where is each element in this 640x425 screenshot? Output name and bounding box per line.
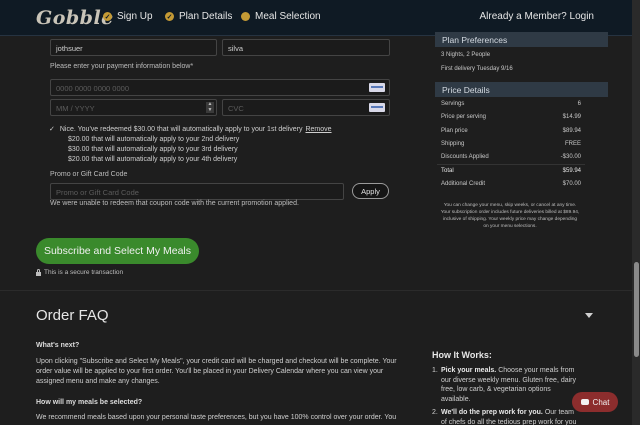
price-row-servings: Servings 6 [441, 101, 581, 107]
chat-button[interactable]: Chat [572, 392, 618, 412]
last-name-field[interactable]: silva [222, 39, 390, 56]
step-plan-details: ✓ Plan Details [165, 11, 232, 22]
step-label: Meal Selection [255, 11, 321, 22]
current-step-dot-icon [241, 12, 250, 21]
promo-code-input[interactable]: Promo or Gift Card Code [50, 183, 344, 200]
first-delivery-date: First delivery Tuesday 9/16 [441, 66, 513, 72]
lock-icon [36, 268, 41, 276]
step-meal-selection: Meal Selection [241, 11, 321, 22]
price-row-label: Total [441, 168, 454, 174]
price-row-label: Plan price [441, 128, 468, 134]
login-link[interactable]: Already a Member? Login [479, 11, 594, 22]
redeemed-message: ✓ Nice. You've redeemed $30.00 that will … [49, 125, 332, 133]
cvc-field[interactable]: CVC [222, 99, 390, 116]
remove-link[interactable]: Remove [305, 126, 331, 133]
expiry-field[interactable]: MM / YYYY ▲ ▼ [50, 99, 217, 116]
secure-text: This is a secure transaction [44, 269, 124, 276]
top-navigation-bar: Gobble ✓ Sign Up ✓ Plan Details Meal Sel… [0, 0, 640, 36]
credit-line: $30.00 that will automatically apply to … [68, 146, 238, 153]
section-divider [0, 290, 632, 291]
promo-error-message: We were unable to redeem that coupon cod… [50, 200, 299, 207]
price-row-value: $14.99 [562, 114, 581, 120]
faq-question: How will my meals be selected? [36, 399, 143, 406]
price-row-value: 6 [577, 101, 581, 107]
first-name-field[interactable]: jothsuer [50, 39, 217, 56]
expiry-placeholder: MM / YYYY [56, 104, 95, 113]
step-sign-up: ✓ Sign Up [103, 11, 153, 22]
card-number-placeholder: 0000 0000 0000 0000 [56, 84, 129, 93]
step-bold-text: Pick your meals. [441, 367, 497, 374]
step-label: Sign Up [117, 11, 153, 22]
price-details-heading: Price Details [435, 82, 608, 97]
step-text: We'll do the prep work for you. Our team… [441, 408, 580, 425]
price-row-value: $89.94 [562, 128, 581, 134]
price-row-label: Servings [441, 101, 465, 107]
stepper-icon[interactable]: ▲ ▼ [206, 101, 214, 113]
faq-answer: Upon clicking "Subscribe and Select My M… [36, 358, 397, 385]
credit-line: $20.00 that will automatically apply to … [68, 136, 240, 143]
faq-answer: We recommend meals based upon your perso… [36, 414, 397, 425]
payment-instructions: Please enter your payment information be… [50, 63, 194, 70]
price-row-discounts: Discounts Applied -$30.00 [441, 154, 581, 160]
faq-question: What's next? [36, 342, 80, 349]
faq-title: Order FAQ [36, 307, 109, 324]
checkmark-icon: ✓ [165, 12, 174, 21]
scrollbar-thumb[interactable] [634, 262, 639, 357]
credit-card-icon [369, 83, 385, 92]
step-number: 2. [432, 409, 438, 416]
price-row-label: Price per serving [441, 114, 487, 120]
step-bold-text: We'll do the prep work for you. [441, 409, 543, 416]
apply-button[interactable]: Apply [352, 183, 389, 199]
price-row-value: FREE [564, 141, 581, 147]
checkmark-icon: ✓ [49, 126, 55, 133]
chat-label: Chat [592, 397, 610, 407]
price-row-label: Discounts Applied [441, 154, 489, 160]
how-it-works-step: 1. Pick your meals. Choose your meals fr… [432, 366, 580, 404]
price-row-plan-price: Plan price $89.94 [441, 128, 581, 134]
checkmark-icon: ✓ [103, 12, 112, 21]
promo-placeholder: Promo or Gift Card Code [56, 188, 139, 197]
subscription-note: You can change your menu, skip weeks, or… [440, 203, 580, 229]
promo-label: Promo or Gift Card Code [50, 171, 128, 178]
price-row-shipping: Shipping FREE [441, 141, 581, 147]
redeemed-text: Nice. You've redeemed $30.00 that will a… [59, 126, 303, 133]
chat-bubble-icon [580, 399, 589, 405]
subscribe-button[interactable]: Subscribe and Select My Meals [36, 238, 199, 264]
price-row-value: -$30.00 [560, 154, 581, 160]
secure-transaction-note: This is a secure transaction [36, 268, 124, 276]
price-row-label: Additional Credit [441, 181, 486, 187]
how-it-works-step: 2. We'll do the prep work for you. Our t… [432, 408, 580, 425]
price-row-additional-credit: Additional Credit $70.00 [441, 181, 581, 187]
cvc-card-icon [369, 103, 385, 112]
plan-summary: 3 Nights, 2 People [441, 52, 491, 58]
step-label: Plan Details [179, 11, 233, 22]
how-it-works-title: How It Works: [432, 350, 492, 360]
step-number: 1. [432, 367, 438, 374]
price-row-total: Total $59.94 [441, 168, 581, 174]
credit-line: $20.00 that will automatically apply to … [68, 156, 238, 163]
price-row-label: Shipping [441, 141, 465, 147]
chevron-down-icon[interactable] [585, 313, 593, 318]
cvc-placeholder: CVC [228, 104, 244, 113]
card-number-field[interactable]: 0000 0000 0000 0000 [50, 79, 390, 96]
page-scrollbar[interactable] [632, 0, 640, 425]
price-divider [437, 164, 585, 165]
price-row-value: $70.00 [562, 181, 581, 187]
step-text: Pick your meals. Choose your meals from … [441, 366, 580, 404]
plan-preferences-heading: Plan Preferences [435, 32, 608, 47]
price-row-value: $59.94 [562, 168, 581, 174]
price-row-price-per-serving: Price per serving $14.99 [441, 114, 581, 120]
